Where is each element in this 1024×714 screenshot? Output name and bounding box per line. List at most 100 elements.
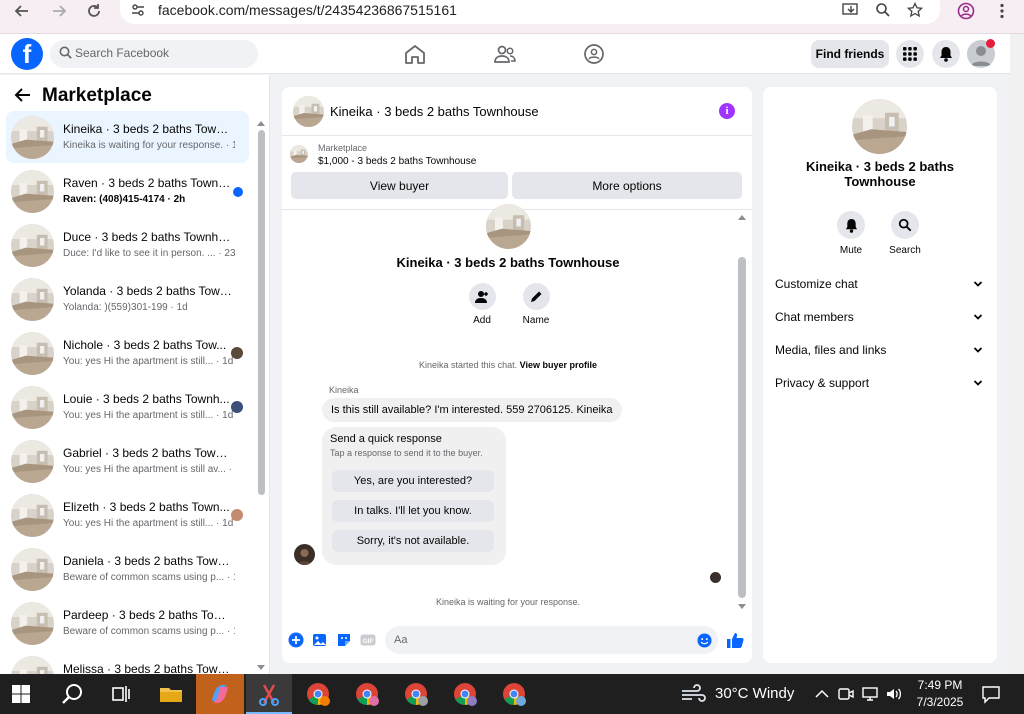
conversation-item[interactable]: Duce · 3 beds 2 baths Townhouse Duce: I'd… [6,219,249,271]
conversation-name: Gabriel · 3 beds 2 baths Townh... [63,446,233,460]
mute-action[interactable]: Mute [829,211,873,256]
privacy-support-section[interactable]: Privacy & support [775,376,987,396]
wind-weather-icon[interactable] [680,683,708,705]
gif-icon[interactable]: GIF [360,632,376,648]
search-facebook-input[interactable]: Search Facebook [50,40,258,68]
zoom-icon[interactable] [875,2,891,22]
plus-circle-icon[interactable] [288,632,304,648]
message-bubble[interactable]: Is this still available? I'm interested.… [322,398,622,422]
media-files-links-section[interactable]: Media, files and links [775,343,987,363]
conversation-item[interactable]: Gabriel · 3 beds 2 baths Townh... You: ye… [6,435,249,487]
meet-now-icon[interactable] [837,686,855,702]
weather-text[interactable]: 30°C Windy [715,685,794,702]
conversation-preview: You: yes Hi the apartment is still... · … [63,356,234,367]
url-text[interactable]: facebook.com/messages/t/2435423686751516… [158,2,457,18]
taskbar-app-snipping[interactable] [246,674,292,714]
customize-chat-section[interactable]: Customize chat [775,277,987,297]
buyer-avatar[interactable] [294,544,315,565]
add-label: Add [473,315,491,326]
profile-icon[interactable] [953,0,979,22]
browser-toolbar: facebook.com/messages/t/2435423686751516… [0,0,1024,34]
conversation-item[interactable]: Louie · 3 beds 2 baths Townh... You: yes … [6,381,249,433]
chat-pane: Kineika · 3 beds 2 baths Townhouse i Mar… [282,87,752,663]
back-arrow-icon[interactable] [9,0,35,22]
taskbar-app-copilot[interactable] [196,674,244,714]
message-input[interactable]: Aa [385,626,718,654]
friends-icon[interactable] [493,43,517,65]
groups-icon[interactable] [582,43,606,65]
chrome-icon[interactable] [305,681,331,707]
chrome-icon[interactable] [403,681,429,707]
sidebar-scroll-thumb[interactable] [258,130,265,495]
conversation-item[interactable]: Yolanda · 3 beds 2 baths Townh... Yolanda… [6,273,249,325]
waiting-note: Kineika is waiting for your response. [435,597,581,607]
search-icon [59,46,72,59]
info-icon[interactable]: i [719,103,735,119]
notification-center-icon[interactable] [981,684,1001,704]
notifications-button[interactable] [932,40,960,68]
quick-reply-yes[interactable]: Yes, are you interested? [332,470,494,492]
quick-response-card: Send a quick response Tap a response to … [322,427,506,565]
facebook-logo[interactable]: f [11,38,43,70]
conversation-name: Yolanda · 3 beds 2 baths Townh... [63,284,233,298]
browser-menu-icon[interactable] [989,0,1015,22]
file-explorer-icon[interactable] [158,681,184,707]
chat-scroll-up-arrow[interactable] [737,213,747,221]
site-info-icon[interactable] [130,2,146,22]
conversation-thumbnail [11,332,54,375]
name-action[interactable]: Name [516,283,556,326]
conversation-item[interactable]: Elizeth · 3 beds 2 baths Town... You: yes… [6,489,249,541]
sticker-icon[interactable] [336,632,352,648]
chat-members-section[interactable]: Chat members [775,310,987,330]
chat-scroll-thumb[interactable] [738,257,746,598]
listing-banner: Marketplace $1,000 - 3 beds 2 baths Town… [282,136,752,210]
conversation-item[interactable]: Nichole · 3 beds 2 baths Tow... You: yes … [6,327,249,379]
listing-title[interactable]: $1,000 - 3 beds 2 baths Townhouse [318,156,476,167]
conversation-item[interactable]: Melissa · 3 beds 2 baths Townh... [6,651,249,674]
chrome-icon[interactable] [452,681,478,707]
page-scrollbar[interactable] [1010,34,1024,674]
install-app-icon[interactable] [842,2,860,22]
thumbs-up-icon[interactable] [726,631,744,649]
chat-avatar[interactable] [293,96,324,127]
chat-scroll-down-arrow[interactable] [737,603,747,611]
network-icon[interactable] [861,686,879,702]
address-bar[interactable]: facebook.com/messages/t/2435423686751516… [120,0,940,24]
emoji-icon[interactable] [697,633,712,648]
bookmark-star-icon[interactable] [906,1,924,22]
search-icon[interactable] [60,681,86,707]
chevron-up-icon[interactable] [815,687,829,701]
forward-arrow-icon[interactable] [46,0,72,22]
photo-icon[interactable] [312,632,328,648]
chrome-icon[interactable] [354,681,380,707]
chat-title[interactable]: Kineika · 3 beds 2 baths Townhouse [330,104,539,119]
chrome-icon[interactable] [501,681,527,707]
quick-response-subtitle: Tap a response to send it to the buyer. [330,448,483,458]
conversation-item[interactable]: Kineika · 3 beds 2 baths Townh... Kineika… [6,111,249,163]
reload-icon[interactable] [81,0,107,22]
search-action[interactable]: Search [883,211,927,256]
menu-grid-button[interactable] [896,40,924,68]
info-avatar[interactable] [852,99,907,154]
conversation-item[interactable]: Daniela · 3 beds 2 baths Townh... Beware … [6,543,249,595]
view-buyer-profile-link[interactable]: View buyer profile [520,360,597,370]
conversation-item[interactable]: Raven · 3 beds 2 baths Townh... Raven: (4… [6,165,249,217]
find-friends-button[interactable]: Find friends [811,40,889,68]
more-options-button[interactable]: More options [512,172,742,199]
back-arrow-icon[interactable] [14,86,32,109]
add-action[interactable]: Add [462,283,502,326]
quick-reply-in-talks[interactable]: In talks. I'll let you know. [332,500,494,522]
bell-icon [845,218,857,233]
listing-thumbnail[interactable] [290,145,308,163]
windows-start-icon[interactable] [12,685,30,703]
task-view-icon[interactable] [108,681,134,707]
grid-icon [903,47,917,61]
volume-icon[interactable] [885,686,903,702]
view-buyer-button[interactable]: View buyer [291,172,508,199]
home-icon[interactable] [403,43,427,65]
conversation-item[interactable]: Pardeep · 3 beds 2 baths Townh... Beware … [6,597,249,649]
system-clock[interactable]: 7:49 PM 7/3/2025 [908,677,972,711]
chat-started-note: Kineika started this chat. View buyer pr… [282,360,734,370]
conversation-thumbnail [11,548,54,591]
quick-reply-not-available[interactable]: Sorry, it's not available. [332,530,494,552]
